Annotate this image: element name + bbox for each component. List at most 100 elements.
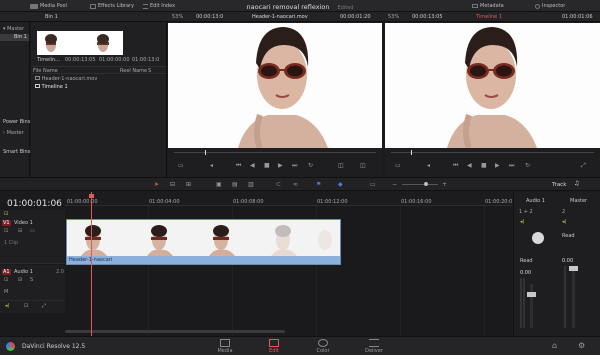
flag-icon[interactable]: ⚑ (316, 181, 321, 188)
speaker-icon[interactable]: ◂ (210, 162, 213, 169)
mixer-read2[interactable]: Read (562, 233, 575, 239)
mute-icon[interactable]: M (4, 289, 8, 295)
overwrite-icon[interactable]: ▤ (232, 181, 238, 188)
fader-master[interactable] (569, 266, 578, 271)
in-point-icon[interactable]: ◫ (338, 162, 344, 169)
solo-icon[interactable]: S (30, 277, 33, 283)
program-playhead[interactable] (411, 150, 412, 155)
pointer-icon[interactable]: ➤ (154, 181, 159, 188)
home-icon[interactable]: ⌂ (552, 341, 557, 350)
audio-track-name[interactable]: Audio 1 (14, 269, 33, 275)
program-viewer[interactable] (385, 23, 600, 148)
view-options-icon[interactable]: ▭ (395, 162, 401, 169)
list-item[interactable]: Timeline 1 (35, 84, 166, 91)
trim-icon[interactable]: ⤢ (42, 303, 46, 309)
view-options-icon[interactable]: ▭ (178, 162, 184, 169)
timeline-ruler[interactable]: 01:00:00:00 01:00:04:00 01:00:08:00 01:0… (65, 192, 512, 206)
next-icon[interactable]: ⏭ (509, 162, 514, 170)
timeline-thumbnail[interactable] (37, 31, 123, 55)
stop-icon[interactable]: ■ (481, 162, 487, 169)
audio-track-id[interactable]: A1 (2, 269, 11, 275)
program-scrubber[interactable] (391, 152, 594, 153)
video-track-clip-count: 1 Clip (4, 240, 19, 246)
column-reel-name[interactable]: Reel Name (120, 68, 147, 74)
stop-icon[interactable]: ■ (264, 162, 270, 169)
blade-icon[interactable]: ⊞ (186, 181, 191, 188)
insert-icon[interactable]: ▣ (216, 181, 222, 188)
zoom-slider-handle[interactable] (424, 182, 428, 186)
zoom-detail-icon[interactable]: ▭ (370, 181, 376, 188)
zoom-slider[interactable] (402, 184, 438, 185)
track-label[interactable]: Track (552, 182, 566, 188)
auto-select-icon[interactable]: ⊟ (18, 277, 22, 283)
edit-page-icon (269, 339, 279, 347)
sidebar-item-power-master[interactable]: › Master (3, 130, 24, 136)
page-tab-color[interactable]: Color (298, 338, 348, 355)
fullscreen-icon[interactable]: ⤢ (581, 162, 586, 170)
loop-icon[interactable]: ↻ (308, 162, 313, 169)
mixer-route1[interactable]: 1 + 2 (519, 209, 533, 215)
track-controls-row: ◂) ⊡ ⤢ (0, 301, 65, 313)
video-clip[interactable]: Header-1-naocari (66, 219, 341, 265)
replace-icon[interactable]: ▥ (248, 181, 254, 188)
column-file-name[interactable]: File Name (33, 68, 58, 74)
timeline-scrollbar[interactable] (65, 330, 285, 333)
page-tab-edit[interactable]: Edit (249, 338, 299, 355)
page-tab-media[interactable]: Media (200, 338, 250, 355)
program-frame (385, 23, 600, 148)
eq-icon[interactable]: ◂) (520, 219, 524, 225)
column-s[interactable]: S (148, 68, 151, 74)
marker-icon[interactable]: ◆ (338, 181, 343, 188)
program-timeline-name[interactable]: Timeline 1 (476, 14, 502, 20)
page-tab-deliver[interactable]: Deliver (349, 338, 399, 355)
prev-icon[interactable]: ⏮ (453, 162, 458, 170)
speaker-icon[interactable]: ◂ (427, 162, 430, 169)
trim-icon[interactable]: ⊟ (170, 181, 175, 188)
fader-audio1[interactable] (527, 292, 536, 297)
reverse-icon[interactable]: ◀ (467, 162, 472, 169)
mixer-route2[interactable]: 2 (562, 209, 565, 215)
zoom-in-icon[interactable]: + (442, 181, 447, 188)
track-lock-icon[interactable]: ⊡ (4, 228, 8, 234)
link-icon[interactable]: ∞ (293, 181, 298, 188)
music-note-icon[interactable]: ♫ (574, 180, 579, 187)
audio-track-header: A1 Audio 1 2.0 ⊡ ⊟ S M (0, 265, 65, 301)
pointer-icon[interactable]: ⊡ (24, 303, 28, 309)
color-page-icon (318, 339, 328, 347)
play-icon[interactable]: ▶ (278, 162, 283, 169)
program-zoom[interactable]: 53% (388, 14, 399, 20)
list-item[interactable]: Header-1-naocari.mov (35, 76, 166, 83)
play-icon[interactable]: ▶ (495, 162, 500, 169)
zoom-out-icon[interactable]: − (392, 181, 397, 188)
source-playhead[interactable] (205, 150, 206, 155)
source-clip-name[interactable]: Header-1-naocari.mov (252, 14, 308, 20)
gear-icon[interactable]: ⚙ (578, 341, 585, 350)
video-track-id[interactable]: V1 (2, 220, 11, 226)
source-viewer[interactable] (168, 23, 382, 148)
reverse-icon[interactable]: ◀ (250, 162, 255, 169)
pan-knob[interactable] (532, 232, 544, 244)
next-icon[interactable]: ⏭ (292, 162, 297, 170)
auto-select-icon[interactable]: ⊟ (18, 228, 22, 234)
source-zoom[interactable]: 53% (172, 14, 183, 20)
speaker-icon[interactable]: ◂) (5, 303, 9, 309)
program-transport: ▭ ◂ ⏮ ◀ ■ ▶ ⏭ ↻ ⤢ (385, 148, 600, 177)
snap-icon[interactable]: ⊂ (276, 181, 281, 188)
video-lock-icon[interactable]: ⊡ (4, 211, 8, 217)
thumbnail-faces (45, 34, 109, 52)
track-lock-icon[interactable]: ⊡ (4, 277, 8, 283)
mixer-gain1[interactable]: 0.00 (520, 270, 531, 276)
playhead-line[interactable] (91, 192, 92, 336)
video-track-name[interactable]: Video 1 (14, 220, 33, 226)
prev-icon[interactable]: ⏮ (236, 162, 241, 170)
sidebar-item-bin1[interactable]: Bin 1 (0, 34, 29, 41)
loop-icon[interactable]: ↻ (525, 162, 530, 169)
mixer-gain2[interactable]: 0.00 (562, 258, 573, 264)
track-visible-icon[interactable]: ▭ (30, 228, 35, 234)
sidebar-item-master[interactable]: ▾ Master (3, 26, 24, 32)
program-timecode-duration: 00:00:13:05 (412, 14, 443, 20)
eq-icon[interactable]: ◂) (562, 219, 566, 225)
mixer-read1[interactable]: Read (520, 258, 533, 264)
video-track-header: V1 Video 1 ⊡ ⊟ ▭ 1 Clip (0, 216, 65, 264)
out-point-icon[interactable]: ◫ (360, 162, 366, 169)
